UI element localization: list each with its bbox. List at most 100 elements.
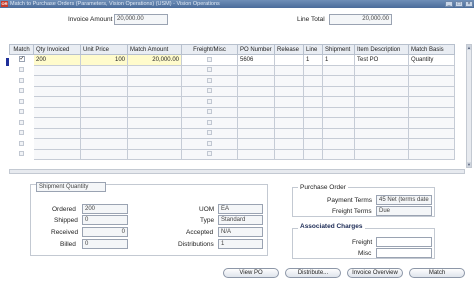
empty-cell[interactable] — [80, 85, 128, 97]
uom-field[interactable]: EA — [218, 204, 263, 214]
empty-cell[interactable] — [33, 106, 81, 118]
table-row[interactable] — [9, 64, 455, 76]
empty-cell[interactable] — [322, 85, 355, 97]
match-checkbox[interactable] — [19, 140, 24, 146]
horizontal-scrollbar[interactable] — [9, 169, 465, 174]
empty-cell[interactable] — [354, 127, 409, 139]
shipped-field[interactable]: 0 — [82, 215, 128, 225]
type-field[interactable]: Standard — [218, 215, 263, 225]
match-amount-cell[interactable]: 20,000.00 — [127, 54, 182, 66]
empty-cell[interactable] — [303, 64, 323, 76]
empty-cell[interactable] — [408, 75, 455, 87]
empty-cell[interactable] — [303, 117, 323, 129]
empty-cell[interactable] — [80, 138, 128, 150]
qty-invoiced-cell[interactable]: 200 — [33, 54, 81, 66]
empty-cell[interactable] — [354, 85, 409, 97]
empty-cell[interactable] — [237, 106, 275, 118]
maximize-icon[interactable]: □ — [455, 1, 463, 7]
empty-cell[interactable] — [33, 96, 81, 108]
empty-cell[interactable] — [408, 64, 455, 76]
freight-misc-checkbox[interactable] — [207, 109, 212, 115]
empty-cell[interactable] — [237, 138, 275, 150]
empty-cell[interactable] — [127, 85, 182, 97]
empty-cell[interactable] — [274, 64, 304, 76]
empty-cell[interactable] — [80, 127, 128, 139]
empty-cell[interactable] — [274, 117, 304, 129]
empty-cell[interactable] — [237, 148, 275, 160]
table-row[interactable] — [9, 127, 455, 139]
empty-cell[interactable] — [354, 64, 409, 76]
match-checkbox[interactable] — [19, 151, 24, 157]
line-cell[interactable]: 1 — [303, 54, 323, 66]
empty-cell[interactable] — [303, 96, 323, 108]
empty-cell[interactable] — [274, 148, 304, 160]
match-basis-cell[interactable]: Quantity — [408, 54, 455, 66]
release-cell[interactable] — [274, 54, 304, 66]
empty-cell[interactable] — [127, 148, 182, 160]
billed-field[interactable]: 0 — [82, 239, 128, 249]
empty-cell[interactable] — [80, 106, 128, 118]
table-row[interactable]: ✓ 200 100 20,000.00 5606 1 1 Test PO Qua… — [9, 54, 455, 66]
vertical-scrollbar[interactable]: ▲ ▼ — [466, 44, 472, 168]
empty-cell[interactable] — [80, 96, 128, 108]
empty-cell[interactable] — [33, 117, 81, 129]
empty-cell[interactable] — [303, 75, 323, 87]
empty-cell[interactable] — [408, 96, 455, 108]
empty-cell[interactable] — [80, 117, 128, 129]
empty-cell[interactable] — [303, 148, 323, 160]
empty-cell[interactable] — [408, 106, 455, 118]
ordered-field[interactable]: 200 — [82, 204, 128, 214]
empty-cell[interactable] — [408, 138, 455, 150]
invoice-amount-field[interactable]: 20,000.00 — [114, 14, 168, 25]
freight-misc-checkbox[interactable] — [207, 151, 212, 157]
freight-misc-checkbox[interactable] — [207, 56, 212, 62]
freight-misc-checkbox[interactable] — [207, 140, 212, 146]
close-icon[interactable]: × — [465, 1, 473, 7]
empty-cell[interactable] — [303, 138, 323, 150]
empty-cell[interactable] — [127, 106, 182, 118]
empty-cell[interactable] — [33, 138, 81, 150]
empty-cell[interactable] — [274, 75, 304, 87]
empty-cell[interactable] — [274, 106, 304, 118]
freight-misc-checkbox[interactable] — [207, 98, 212, 104]
empty-cell[interactable] — [127, 138, 182, 150]
empty-cell[interactable] — [354, 96, 409, 108]
empty-cell[interactable] — [274, 127, 304, 139]
empty-cell[interactable] — [80, 64, 128, 76]
empty-cell[interactable] — [354, 75, 409, 87]
empty-cell[interactable] — [274, 96, 304, 108]
empty-cell[interactable] — [322, 96, 355, 108]
empty-cell[interactable] — [33, 127, 81, 139]
distribute-button[interactable]: Distribute... — [285, 268, 341, 278]
table-row[interactable] — [9, 96, 455, 108]
empty-cell[interactable] — [33, 148, 81, 160]
table-row[interactable] — [9, 117, 455, 129]
empty-cell[interactable] — [127, 96, 182, 108]
match-checkbox[interactable] — [19, 119, 24, 125]
invoice-overview-button[interactable]: Invoice Overview — [347, 268, 403, 278]
empty-cell[interactable] — [303, 106, 323, 118]
po-number-cell[interactable]: 5606 — [237, 54, 275, 66]
empty-cell[interactable] — [127, 117, 182, 129]
freight-terms-field[interactable]: Due — [376, 206, 432, 216]
empty-cell[interactable] — [80, 148, 128, 160]
unit-price-cell[interactable]: 100 — [80, 54, 128, 66]
table-row[interactable] — [9, 138, 455, 150]
freight-misc-checkbox[interactable] — [207, 77, 212, 83]
freight-misc-checkbox[interactable] — [207, 67, 212, 73]
empty-cell[interactable] — [322, 106, 355, 118]
empty-cell[interactable] — [237, 75, 275, 87]
match-checkbox[interactable] — [19, 67, 24, 73]
freight-misc-checkbox[interactable] — [207, 130, 212, 136]
match-checkbox[interactable]: ✓ — [18, 56, 25, 63]
empty-cell[interactable] — [303, 85, 323, 97]
freight-misc-checkbox[interactable] — [207, 119, 212, 125]
match-checkbox[interactable] — [19, 88, 24, 94]
empty-cell[interactable] — [127, 75, 182, 87]
empty-cell[interactable] — [354, 117, 409, 129]
empty-cell[interactable] — [33, 64, 81, 76]
empty-cell[interactable] — [274, 85, 304, 97]
empty-cell[interactable] — [237, 85, 275, 97]
scroll-up-icon[interactable]: ▲ — [467, 45, 471, 50]
empty-cell[interactable] — [322, 117, 355, 129]
